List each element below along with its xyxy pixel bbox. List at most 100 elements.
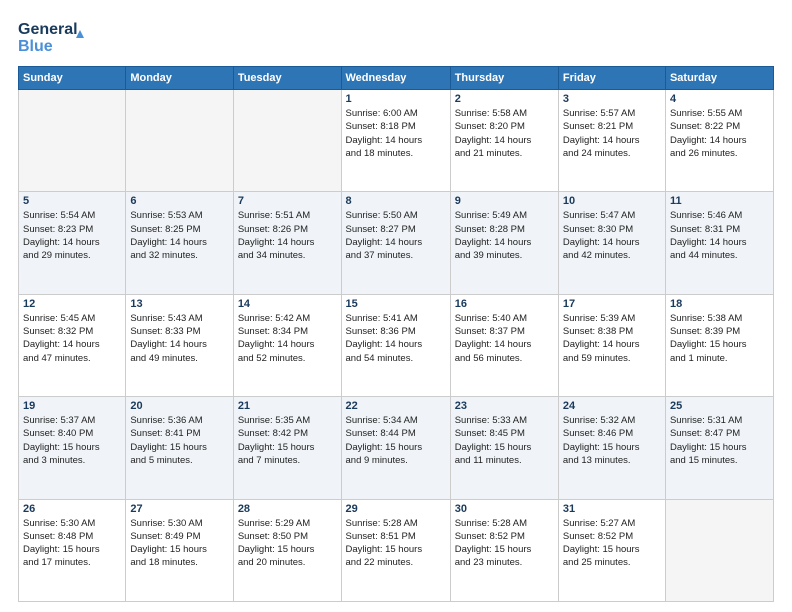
day-info: Sunrise: 5:32 AM Sunset: 8:46 PM Dayligh… — [563, 414, 661, 467]
day-info: Sunrise: 5:41 AM Sunset: 8:36 PM Dayligh… — [346, 312, 446, 365]
svg-text:General: General — [18, 21, 78, 38]
calendar-cell: 23Sunrise: 5:33 AM Sunset: 8:45 PM Dayli… — [450, 397, 558, 499]
calendar-cell: 3 Sunrise: 5:57 AM Sunset: 8:21 PM Daylig… — [558, 90, 665, 192]
calendar-cell: 10 Sunrise: 5:47 AM Sunset: 8:30 PM Dayli… — [558, 192, 665, 294]
header-wednesday: Wednesday — [341, 67, 450, 90]
day-number: 7 — [238, 195, 337, 207]
calendar-cell: 26 Sunrise: 5:30 AM Sunset: 8:48 PM Dayli… — [19, 499, 126, 601]
calendar-cell: 14Sunrise: 5:42 AM Sunset: 8:34 PM Dayli… — [233, 294, 341, 396]
day-info: Sunrise: 5:36 AM Sunset: 8:41 PM Dayligh… — [130, 414, 228, 467]
day-info: Sunrise: 5:53 AM Sunset: 8:25 PM Dayligh… — [130, 209, 228, 262]
day-number: 26 — [23, 503, 121, 515]
day-number: 11 — [670, 195, 769, 207]
day-info: Sunrise: 5:37 AM Sunset: 8:40 PM Dayligh… — [23, 414, 121, 467]
day-info: Sunrise: 5:57 AM Sunset: 8:21 PM Dayligh… — [563, 107, 661, 160]
day-number: 13 — [130, 298, 228, 310]
calendar-cell: 24 Sunrise: 5:32 AM Sunset: 8:46 PM Dayli… — [558, 397, 665, 499]
calendar-cell: 31Sunrise: 5:27 AM Sunset: 8:52 PM Dayli… — [558, 499, 665, 601]
day-number: 8 — [346, 195, 446, 207]
calendar-table: SundayMondayTuesdayWednesdayThursdayFrid… — [18, 66, 774, 602]
week-row-3: 19Sunrise: 5:37 AM Sunset: 8:40 PM Dayli… — [19, 397, 774, 499]
day-number: 9 — [455, 195, 554, 207]
calendar-cell: 1 Sunrise: 6:00 AM Sunset: 8:18 PM Daylig… — [341, 90, 450, 192]
day-number: 25 — [670, 400, 769, 412]
calendar-cell: 20 Sunrise: 5:36 AM Sunset: 8:41 PM Dayli… — [126, 397, 233, 499]
day-info: Sunrise: 6:00 AM Sunset: 8:18 PM Dayligh… — [346, 107, 446, 160]
day-number: 20 — [130, 400, 228, 412]
header-monday: Monday — [126, 67, 233, 90]
day-info: Sunrise: 5:47 AM Sunset: 8:30 PM Dayligh… — [563, 209, 661, 262]
calendar-cell: 21 Sunrise: 5:35 AM Sunset: 8:42 PM Dayli… — [233, 397, 341, 499]
day-number: 18 — [670, 298, 769, 310]
day-info: Sunrise: 5:43 AM Sunset: 8:33 PM Dayligh… — [130, 312, 228, 365]
day-info: Sunrise: 5:38 AM Sunset: 8:39 PM Dayligh… — [670, 312, 769, 365]
calendar-cell: 16 Sunrise: 5:40 AM Sunset: 8:37 PM Dayli… — [450, 294, 558, 396]
day-info: Sunrise: 5:55 AM Sunset: 8:22 PM Dayligh… — [670, 107, 769, 160]
header-tuesday: Tuesday — [233, 67, 341, 90]
calendar-cell: 27Sunrise: 5:30 AM Sunset: 8:49 PM Dayli… — [126, 499, 233, 601]
day-number: 1 — [346, 93, 446, 105]
calendar-cell: 11 Sunrise: 5:46 AM Sunset: 8:31 PM Dayli… — [665, 192, 773, 294]
logo: General Blue — [18, 16, 98, 58]
logo-icon: General Blue — [18, 16, 98, 58]
day-number: 14 — [238, 298, 337, 310]
day-number: 29 — [346, 503, 446, 515]
calendar-cell: 15 Sunrise: 5:41 AM Sunset: 8:36 PM Dayli… — [341, 294, 450, 396]
day-info: Sunrise: 5:50 AM Sunset: 8:27 PM Dayligh… — [346, 209, 446, 262]
header-friday: Friday — [558, 67, 665, 90]
day-number: 16 — [455, 298, 554, 310]
calendar-cell: 4Sunrise: 5:55 AM Sunset: 8:22 PM Daylig… — [665, 90, 773, 192]
calendar-cell: 30Sunrise: 5:28 AM Sunset: 8:52 PM Dayli… — [450, 499, 558, 601]
day-number: 17 — [563, 298, 661, 310]
day-info: Sunrise: 5:28 AM Sunset: 8:51 PM Dayligh… — [346, 517, 446, 570]
calendar-header-row: SundayMondayTuesdayWednesdayThursdayFrid… — [19, 67, 774, 90]
calendar-cell: 17 Sunrise: 5:39 AM Sunset: 8:38 PM Dayli… — [558, 294, 665, 396]
day-info: Sunrise: 5:39 AM Sunset: 8:38 PM Dayligh… — [563, 312, 661, 365]
header-sunday: Sunday — [19, 67, 126, 90]
day-number: 23 — [455, 400, 554, 412]
day-info: Sunrise: 5:46 AM Sunset: 8:31 PM Dayligh… — [670, 209, 769, 262]
header-thursday: Thursday — [450, 67, 558, 90]
calendar-cell — [19, 90, 126, 192]
day-info: Sunrise: 5:34 AM Sunset: 8:44 PM Dayligh… — [346, 414, 446, 467]
day-number: 2 — [455, 93, 554, 105]
day-info: Sunrise: 5:35 AM Sunset: 8:42 PM Dayligh… — [238, 414, 337, 467]
day-number: 6 — [130, 195, 228, 207]
calendar-cell: 13 Sunrise: 5:43 AM Sunset: 8:33 PM Dayli… — [126, 294, 233, 396]
week-row-4: 26 Sunrise: 5:30 AM Sunset: 8:48 PM Dayli… — [19, 499, 774, 601]
calendar-cell: 12Sunrise: 5:45 AM Sunset: 8:32 PM Dayli… — [19, 294, 126, 396]
calendar-cell: 28 Sunrise: 5:29 AM Sunset: 8:50 PM Dayli… — [233, 499, 341, 601]
day-number: 21 — [238, 400, 337, 412]
calendar-cell: 22 Sunrise: 5:34 AM Sunset: 8:44 PM Dayli… — [341, 397, 450, 499]
day-info: Sunrise: 5:29 AM Sunset: 8:50 PM Dayligh… — [238, 517, 337, 570]
day-info: Sunrise: 5:28 AM Sunset: 8:52 PM Dayligh… — [455, 517, 554, 570]
day-number: 28 — [238, 503, 337, 515]
day-info: Sunrise: 5:30 AM Sunset: 8:48 PM Dayligh… — [23, 517, 121, 570]
calendar-cell: 6 Sunrise: 5:53 AM Sunset: 8:25 PM Daylig… — [126, 192, 233, 294]
day-number: 24 — [563, 400, 661, 412]
calendar-cell: 8 Sunrise: 5:50 AM Sunset: 8:27 PM Daylig… — [341, 192, 450, 294]
day-number: 10 — [563, 195, 661, 207]
svg-text:Blue: Blue — [18, 38, 53, 55]
page: General Blue SundayMondayTuesdayWednesda… — [0, 0, 792, 612]
day-info: Sunrise: 5:51 AM Sunset: 8:26 PM Dayligh… — [238, 209, 337, 262]
calendar-cell: 18 Sunrise: 5:38 AM Sunset: 8:39 PM Dayli… — [665, 294, 773, 396]
day-number: 15 — [346, 298, 446, 310]
day-info: Sunrise: 5:54 AM Sunset: 8:23 PM Dayligh… — [23, 209, 121, 262]
day-info: Sunrise: 5:31 AM Sunset: 8:47 PM Dayligh… — [670, 414, 769, 467]
day-number: 3 — [563, 93, 661, 105]
day-info: Sunrise: 5:49 AM Sunset: 8:28 PM Dayligh… — [455, 209, 554, 262]
day-info: Sunrise: 5:30 AM Sunset: 8:49 PM Dayligh… — [130, 517, 228, 570]
day-number: 22 — [346, 400, 446, 412]
calendar-cell: 19Sunrise: 5:37 AM Sunset: 8:40 PM Dayli… — [19, 397, 126, 499]
day-info: Sunrise: 5:27 AM Sunset: 8:52 PM Dayligh… — [563, 517, 661, 570]
calendar-cell — [665, 499, 773, 601]
calendar-cell: 9 Sunrise: 5:49 AM Sunset: 8:28 PM Daylig… — [450, 192, 558, 294]
header: General Blue — [18, 16, 774, 58]
week-row-1: 5 Sunrise: 5:54 AM Sunset: 8:23 PM Daylig… — [19, 192, 774, 294]
day-number: 5 — [23, 195, 121, 207]
day-info: Sunrise: 5:40 AM Sunset: 8:37 PM Dayligh… — [455, 312, 554, 365]
calendar-cell: 7 Sunrise: 5:51 AM Sunset: 8:26 PM Daylig… — [233, 192, 341, 294]
calendar-cell: 29 Sunrise: 5:28 AM Sunset: 8:51 PM Dayli… — [341, 499, 450, 601]
calendar-cell — [233, 90, 341, 192]
